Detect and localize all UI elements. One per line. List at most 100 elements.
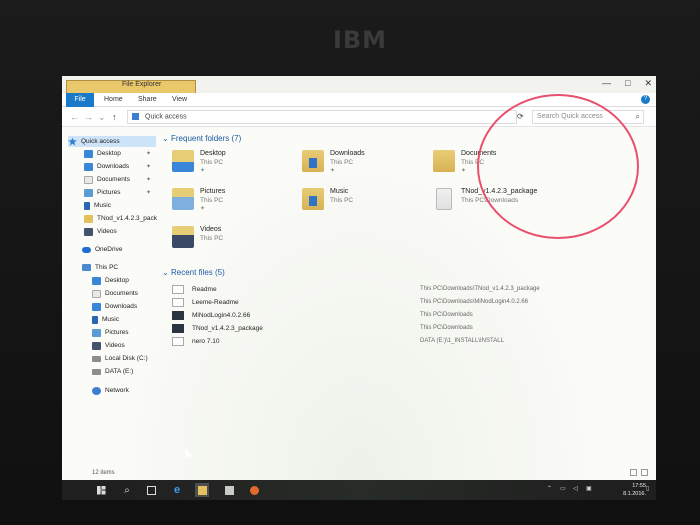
file-icon [172, 337, 184, 346]
sidebar-item-desktop[interactable]: Desktop [84, 148, 121, 159]
start-button[interactable] [94, 483, 108, 497]
forward-arrow-icon[interactable]: → [84, 112, 93, 122]
folder-tile-downloads[interactable]: Downloads This PC ✦ [302, 148, 432, 178]
brand-logo: IBM [332, 26, 388, 54]
pin-icon: ✦ [200, 206, 206, 212]
recent-file-row[interactable]: TNod_v1.4.2.3_package This PC\Downloads [170, 322, 650, 335]
task-view-icon[interactable] [144, 483, 158, 497]
pin-icon: ✦ [146, 164, 152, 170]
videos-icon [84, 227, 93, 236]
section-toggle-chevron-icon[interactable]: ⌄ [162, 268, 169, 277]
recent-locations-chevron-icon[interactable]: ⌄ [98, 112, 106, 123]
sidebar-item-pictures[interactable]: Pictures [84, 187, 120, 198]
sidebar-item-videos[interactable]: Videos [84, 226, 117, 237]
sidebar-item-music[interactable]: Music [84, 200, 111, 211]
quick-access-toolbar [66, 80, 196, 110]
package-folder-icon [436, 188, 452, 210]
sidebar-item-downloads[interactable]: Downloads [84, 161, 129, 172]
star-icon [68, 137, 77, 146]
search-icon[interactable]: ⌕ [120, 483, 134, 497]
firefox-icon[interactable] [247, 483, 261, 497]
sidebar-item-pc-videos[interactable]: Videos [92, 340, 125, 351]
up-arrow-icon[interactable]: ↑ [112, 112, 117, 122]
tab-view[interactable]: View [172, 96, 187, 103]
pictures-icon [84, 188, 93, 197]
help-icon[interactable]: ? [641, 95, 650, 104]
music-icon [84, 201, 90, 210]
folder-tile-desktop[interactable]: Desktop This PC ✦ [172, 148, 302, 178]
section-toggle-chevron-icon[interactable]: ⌄ [162, 134, 169, 143]
desktop-icon [84, 149, 93, 158]
downloads-folder-icon [302, 150, 324, 172]
folder-tile-music[interactable]: Music This PC [302, 186, 432, 216]
recent-file-row[interactable]: Readme This PC\Downloads\TNod_v1.4.2.3_p… [170, 283, 650, 296]
window-title: File Explorer [122, 81, 162, 88]
sidebar-item-pc-pictures[interactable]: Pictures [92, 327, 128, 338]
downloads-icon [84, 162, 93, 171]
folder-tile-videos[interactable]: Videos This PC [172, 224, 302, 254]
back-arrow-icon[interactable]: ← [70, 112, 79, 122]
title-bar: File Explorer — □ ✕ [62, 76, 656, 110]
drive-icon [92, 368, 101, 375]
tab-file[interactable]: File [66, 93, 94, 107]
pin-icon: ✦ [146, 190, 152, 196]
sidebar-item-pc-documents[interactable]: Documents [92, 288, 138, 299]
large-icons-view-icon[interactable] [641, 469, 648, 476]
sidebar-item-tnod-package[interactable]: TNod_v1.4.2.3_pack [84, 213, 157, 224]
tray-overflow-chevron-icon[interactable]: ⌃ [547, 485, 552, 492]
file-explorer-taskbar-icon[interactable] [195, 483, 209, 497]
network-tray-icon[interactable]: ▭ [560, 485, 566, 492]
edge-browser-icon[interactable]: e [170, 483, 184, 497]
system-clock[interactable]: 17:55 8.1.2016. [623, 482, 646, 498]
recent-file-row[interactable]: Leeme-Readme This PC\Downloads\MiNodLogi… [170, 296, 650, 309]
sidebar-item-quick-access[interactable]: Quick access [68, 136, 156, 147]
downloads-icon [92, 302, 101, 311]
navigation-pane: Quick access Desktop ✦ Downloads ✦ Docum… [62, 128, 160, 473]
pin-icon: ✦ [330, 168, 336, 174]
sidebar-item-onedrive[interactable]: OneDrive [82, 244, 122, 255]
maximize-button[interactable]: □ [625, 78, 630, 89]
computer-icon [82, 264, 91, 271]
recent-file-row[interactable]: MiNodLogin4.0.2.66 This PC\Downloads [170, 309, 650, 322]
folder-tile-pictures[interactable]: Pictures This PC ✦ [172, 186, 302, 216]
store-icon[interactable] [222, 483, 236, 497]
sidebar-item-pc-desktop[interactable]: Desktop [92, 275, 129, 286]
desktop-folder-icon [172, 150, 194, 172]
pictures-folder-icon [172, 188, 194, 210]
details-view-icon[interactable] [630, 469, 637, 476]
documents-icon [92, 289, 101, 298]
sidebar-item-local-disk-c[interactable]: Local Disk (C:) [92, 353, 148, 364]
archive-file-icon [172, 324, 184, 333]
close-button[interactable]: ✕ [644, 78, 652, 89]
minimize-button[interactable]: — [602, 78, 611, 89]
windows-logo-icon [96, 485, 106, 495]
desktop-icon [92, 276, 101, 285]
sidebar-item-pc-music[interactable]: Music [92, 314, 119, 325]
address-path[interactable]: Quick access [127, 110, 517, 124]
sidebar-item-this-pc[interactable]: This PC [82, 262, 118, 273]
recent-file-row[interactable]: nero 7.10 DATA (E:)\1_INSTALL\INSTALL [170, 335, 650, 348]
pictures-icon [92, 328, 101, 337]
network-icon [92, 386, 101, 395]
search-icon[interactable]: ⌕ [636, 112, 640, 122]
tab-home[interactable]: Home [104, 96, 123, 103]
frequent-folders-header[interactable]: Frequent folders (7) [171, 134, 241, 143]
folder-icon [84, 214, 93, 223]
annotation-circle [477, 94, 639, 239]
tab-share[interactable]: Share [138, 96, 157, 103]
videos-folder-icon [172, 226, 194, 248]
sidebar-item-network[interactable]: Network [92, 385, 129, 396]
sidebar-item-data-e[interactable]: DATA (E:) [92, 366, 133, 377]
recent-files-header[interactable]: Recent files (5) [171, 268, 225, 277]
sidebar-item-pc-downloads[interactable]: Downloads [92, 301, 137, 312]
pin-icon: ✦ [146, 177, 152, 183]
videos-icon [92, 341, 101, 350]
onedrive-cloud-icon [82, 246, 91, 253]
text-file-icon [172, 285, 184, 294]
sidebar-item-documents[interactable]: Documents [84, 174, 130, 185]
keyboard-language-icon[interactable]: ▣ [586, 485, 592, 492]
pin-icon: ✦ [461, 168, 467, 174]
volume-icon[interactable]: ◁ [573, 485, 578, 492]
action-center-icon[interactable]: ▯ [646, 485, 649, 492]
breadcrumb-quick-access[interactable]: Quick access [145, 113, 187, 120]
